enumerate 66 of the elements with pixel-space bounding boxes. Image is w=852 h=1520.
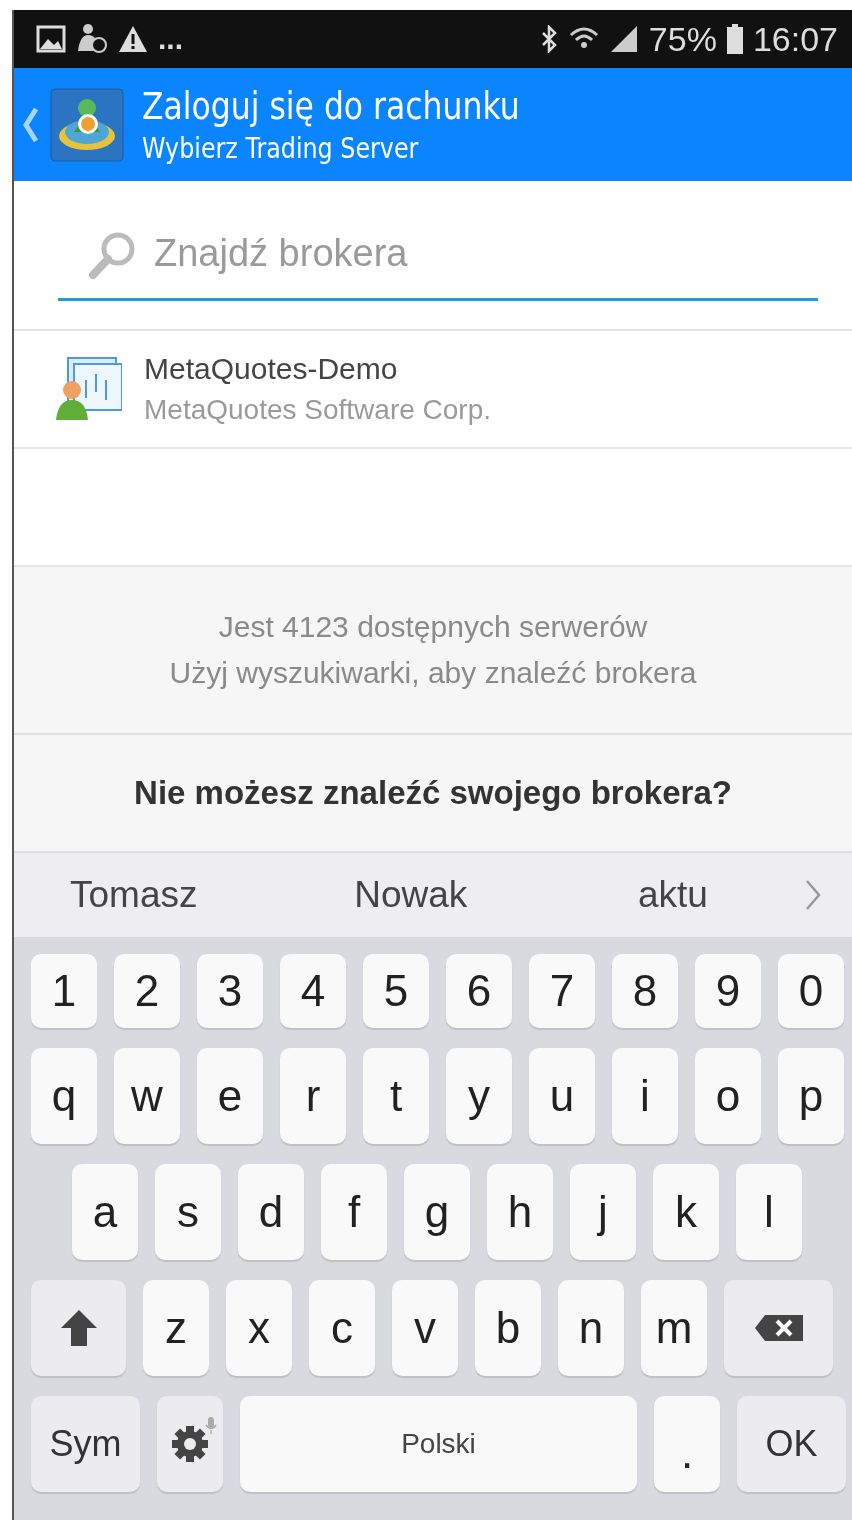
keyboard-key[interactable]: OK	[737, 1396, 846, 1492]
keyboard-key[interactable]: 8	[612, 954, 678, 1028]
keyboard-key[interactable]: h	[487, 1164, 553, 1260]
server-name: MetaQuotes-Demo	[144, 352, 399, 386]
keyboard-key[interactable]: 3	[197, 954, 263, 1028]
more-notifications: ...	[158, 22, 183, 56]
keyboard-key[interactable]: o	[695, 1048, 761, 1144]
backspace-icon	[752, 1313, 805, 1343]
microphone-icon	[204, 1417, 217, 1435]
keyboard-key[interactable]: k	[653, 1164, 719, 1260]
keyboard-key[interactable]: e	[197, 1048, 263, 1144]
keyboard-key[interactable]: i	[612, 1048, 678, 1144]
keyboard-key[interactable]: v	[392, 1280, 458, 1376]
word-suggestion[interactable]: Tomasz	[70, 874, 280, 916]
keyboard-key[interactable]: 0	[778, 954, 844, 1028]
word-suggestion[interactable]: Nowak	[279, 874, 542, 916]
image-icon	[36, 25, 66, 53]
keyboard-key[interactable]: x	[226, 1280, 292, 1376]
app-notification-icon	[76, 23, 108, 55]
keyboard-key[interactable]: u	[529, 1048, 595, 1144]
keyboard-key[interactable]: y	[446, 1048, 512, 1144]
screen-subtitle: Wybierz Trading Server	[142, 131, 420, 165]
keyboard-key[interactable]: d	[238, 1164, 304, 1260]
keyboard-key[interactable]: z	[143, 1280, 209, 1376]
keyboard-key[interactable]: b	[475, 1280, 541, 1376]
keyboard-key[interactable]: s	[155, 1164, 221, 1260]
keyboard-key[interactable]: 2	[114, 954, 180, 1028]
keyboard-key[interactable]: g	[404, 1164, 470, 1260]
search-hint-text: Użyj wyszukiwarki, aby znaleźć brokera	[169, 656, 697, 690]
space-key[interactable]: Polski	[239, 1396, 638, 1492]
warning-icon	[118, 25, 148, 53]
app-logo-icon	[50, 87, 124, 162]
keyboard-key[interactable]: q	[31, 1048, 97, 1144]
keyboard-key[interactable]: t	[363, 1048, 429, 1144]
backspace-key[interactable]	[724, 1280, 833, 1376]
shift-key[interactable]	[31, 1280, 126, 1376]
keyboard-key[interactable]: Sym	[31, 1396, 140, 1492]
word-suggestion[interactable]: aktu	[541, 874, 804, 916]
keyboard-key[interactable]: 4	[280, 954, 346, 1028]
keyboard-key[interactable]: c	[309, 1280, 375, 1376]
gear-icon	[169, 1424, 210, 1464]
server-list-item[interactable]: MetaQuotes-Demo MetaQuotes Software Corp.	[14, 331, 852, 449]
search-field[interactable]: Znajdź brokera	[58, 209, 818, 301]
server-company: MetaQuotes Software Corp.	[144, 394, 492, 426]
keyboard-key[interactable]: 1	[31, 954, 97, 1028]
battery-icon	[726, 24, 743, 54]
server-user-icon	[54, 356, 122, 422]
keyboard-key[interactable]: j	[570, 1164, 636, 1260]
keyboard-key[interactable]: f	[321, 1164, 387, 1260]
keyboard-key[interactable]: 9	[695, 954, 761, 1028]
keyboard-key[interactable]: a	[72, 1164, 138, 1260]
keyboard-key[interactable]: m	[641, 1280, 707, 1376]
keyboard-key[interactable]: p	[778, 1048, 844, 1144]
keyboard-key[interactable]: n	[558, 1280, 624, 1376]
keyboard-key[interactable]: 6	[446, 954, 512, 1028]
battery-percent: 75%	[648, 19, 717, 59]
keyboard-key[interactable]: 5	[363, 954, 429, 1028]
keyboard-key[interactable]: 7	[529, 954, 595, 1028]
keyboard-key[interactable]: l	[736, 1164, 802, 1260]
keyboard-key[interactable]: .	[654, 1396, 721, 1492]
keyboard-key[interactable]: r	[280, 1048, 346, 1144]
clock: 16:07	[752, 19, 838, 59]
screen-title: Zaloguj się do rachunku	[142, 84, 520, 128]
server-count-text: Jest 4123 dostępnych serwerów	[218, 610, 648, 644]
settings-key[interactable]	[156, 1396, 223, 1492]
keyboard-key[interactable]: w	[114, 1048, 180, 1144]
